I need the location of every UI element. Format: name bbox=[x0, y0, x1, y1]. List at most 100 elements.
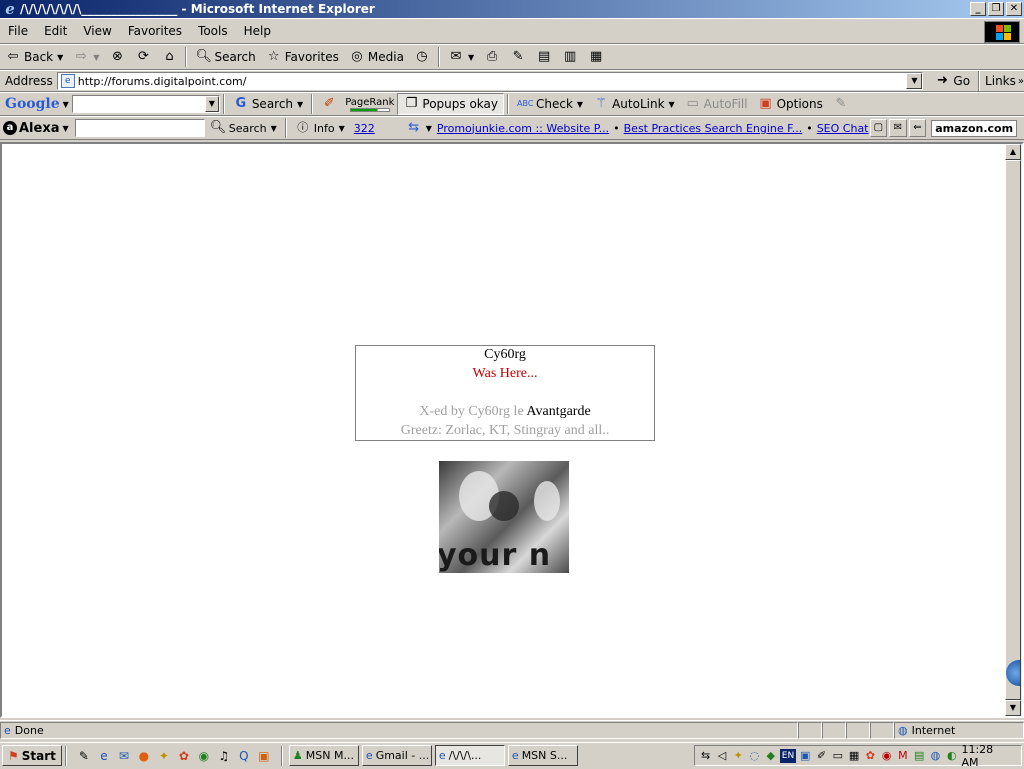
back-dropdown-icon[interactable]: ▼ bbox=[57, 53, 63, 62]
go-button[interactable]: ➜ Go bbox=[929, 70, 975, 92]
quick-launch-app-icon[interactable]: ✿ bbox=[176, 748, 192, 764]
alexa-menu-dropdown-icon[interactable]: ▼ bbox=[63, 124, 69, 133]
quick-launch-html-icon[interactable]: ▣ bbox=[256, 748, 272, 764]
start-button[interactable]: ⚑ Start bbox=[2, 745, 62, 766]
alexa-window-button[interactable]: ⇐ bbox=[908, 119, 927, 137]
address-dropdown-icon[interactable]: ▼ bbox=[906, 73, 923, 89]
alexa-search-input[interactable] bbox=[74, 119, 205, 137]
popup-blocker-button[interactable]: ❐ Popups okay bbox=[397, 93, 504, 115]
tray-gmail-icon[interactable]: M bbox=[896, 749, 909, 763]
menu-favorites[interactable]: Favorites bbox=[120, 24, 190, 38]
google-logo[interactable]: Google bbox=[0, 96, 62, 112]
task-msn-messenger[interactable]: ♟ MSN M... bbox=[288, 745, 359, 766]
task-msn-search[interactable]: e MSN S... bbox=[507, 745, 578, 766]
forward-button[interactable]: ⇨ ▼ bbox=[68, 46, 104, 68]
tray-display-icon[interactable]: ▭ bbox=[831, 749, 844, 763]
spell-check-button[interactable]: ABC Check ▼ bbox=[512, 93, 588, 115]
menu-help[interactable]: Help bbox=[236, 24, 279, 38]
home-button[interactable]: ⌂ bbox=[156, 46, 182, 68]
alexa-logo[interactable]: a Alexa bbox=[0, 121, 62, 136]
menu-file[interactable]: File bbox=[0, 24, 36, 38]
quick-launch-music-icon[interactable]: ♫ bbox=[216, 748, 232, 764]
tray-clock[interactable]: 11:28 AM bbox=[961, 743, 1017, 769]
check-dropdown-icon[interactable]: ▼ bbox=[577, 100, 583, 109]
alexa-related-button[interactable]: ⇆ ▼ bbox=[401, 117, 437, 139]
google-pencil-button[interactable]: ✎ bbox=[828, 93, 854, 115]
quick-launch-media-icon[interactable]: ◉ bbox=[196, 748, 212, 764]
scroll-up-button[interactable]: ▲ bbox=[1005, 144, 1021, 160]
google-search-button[interactable]: G Search ▼ bbox=[228, 93, 308, 115]
google-search-dropdown-icon[interactable]: ▼ bbox=[204, 96, 219, 112]
tray-msn-icon[interactable]: ✿ bbox=[864, 749, 877, 763]
tray-app-icon[interactable]: ▤ bbox=[913, 749, 926, 763]
tray-security-icon[interactable]: ◆ bbox=[764, 749, 777, 763]
research-button[interactable]: ▥ bbox=[557, 46, 583, 68]
autofill-button[interactable]: ▭ AutoFill bbox=[680, 93, 753, 115]
tray-search-icon[interactable]: ◌ bbox=[748, 749, 761, 763]
discuss-button[interactable]: ▤ bbox=[531, 46, 557, 68]
scroll-down-button[interactable]: ▼ bbox=[1005, 700, 1021, 716]
task-current-window[interactable]: e/\/\/\... bbox=[434, 745, 505, 766]
close-button[interactable]: ✕ bbox=[1006, 2, 1022, 16]
minimize-button[interactable]: _ bbox=[970, 2, 986, 16]
search-button[interactable]: 🔍︎ Search bbox=[190, 46, 260, 68]
alexa-info-button[interactable]: ⓘ Info ▼ bbox=[290, 117, 350, 139]
alexa-search-button[interactable]: 🔍︎ Search ▼ bbox=[205, 117, 282, 139]
menu-edit[interactable]: Edit bbox=[36, 24, 75, 38]
quick-launch-tool-icon[interactable]: ✦ bbox=[156, 748, 172, 764]
tray-globe-icon[interactable]: ◍ bbox=[929, 749, 942, 763]
google-search-options-icon[interactable]: ▼ bbox=[297, 100, 303, 109]
quick-launch-ie-icon[interactable]: e bbox=[96, 748, 112, 764]
mail-button[interactable]: ✉ ▼ bbox=[443, 46, 479, 68]
tray-computer-icon[interactable]: ▦ bbox=[847, 749, 860, 763]
forward-dropdown-icon[interactable]: ▼ bbox=[93, 53, 99, 62]
autolink-dropdown-icon[interactable]: ▼ bbox=[669, 100, 675, 109]
page-viewport[interactable]: Cy60rg Was Here... X-ed by Cy60rg le Ava… bbox=[0, 142, 1024, 718]
alexa-rank-link[interactable]: 322 bbox=[354, 122, 375, 135]
refresh-button[interactable]: ⟳ bbox=[130, 46, 156, 68]
alexa-related-dropdown-icon[interactable]: ▼ bbox=[426, 124, 432, 133]
tray-shield-icon[interactable]: ▣ bbox=[799, 749, 812, 763]
pagerank-indicator[interactable]: PageRank bbox=[342, 97, 397, 112]
vertical-scrollbar[interactable]: ▲ ▼ bbox=[1005, 144, 1022, 716]
media-button[interactable]: ◎ Media bbox=[344, 46, 409, 68]
alexa-mail-button[interactable]: ✉ bbox=[889, 119, 907, 137]
links-chevron-icon[interactable]: » bbox=[1016, 76, 1024, 87]
favorites-button[interactable]: ☆ Favorites bbox=[261, 46, 344, 68]
tray-language-indicator[interactable]: EN bbox=[780, 748, 796, 763]
highlight-button[interactable]: ✐ bbox=[316, 93, 342, 115]
edit-button[interactable]: ✎ bbox=[505, 46, 531, 68]
alexa-info-dropdown-icon[interactable]: ▼ bbox=[339, 124, 345, 133]
amazon-button[interactable]: amazon.com bbox=[931, 119, 1018, 137]
back-button[interactable]: ⇦ Back ▼ bbox=[0, 46, 68, 68]
tray-firewall-icon[interactable]: ◐ bbox=[945, 749, 958, 763]
related-link-seo-chat[interactable]: SEO Chat bbox=[817, 122, 869, 135]
maximize-button[interactable]: ❐ bbox=[988, 2, 1004, 16]
tray-volume-icon[interactable]: ◁ bbox=[715, 749, 728, 763]
related-link-best-practices[interactable]: Best Practices Search Engine F... bbox=[624, 122, 803, 135]
quick-launch-firefox-icon[interactable]: ● bbox=[136, 748, 152, 764]
scroll-thumb[interactable] bbox=[1005, 160, 1021, 700]
menu-view[interactable]: View bbox=[75, 24, 119, 38]
tray-pen-icon[interactable]: ✐ bbox=[815, 749, 828, 763]
tray-tool-icon[interactable]: ✦ bbox=[732, 749, 745, 763]
address-url[interactable]: http://forums.digitalpoint.com/ bbox=[78, 75, 247, 88]
quick-launch-search-icon[interactable]: Q bbox=[236, 748, 252, 764]
alexa-archive-button[interactable]: ▢ bbox=[869, 119, 888, 137]
task-gmail[interactable]: e Gmail - ... bbox=[361, 745, 432, 766]
quick-launch-edit-icon[interactable]: ✎ bbox=[76, 748, 92, 764]
quick-launch-outlook-icon[interactable]: ✉ bbox=[116, 748, 132, 764]
address-input[interactable]: e http://forums.digitalpoint.com/ ▼ bbox=[56, 72, 924, 90]
google-search-input[interactable]: ▼ bbox=[71, 95, 220, 113]
tray-antivirus-icon[interactable]: ◉ bbox=[880, 749, 893, 763]
tray-network-icon[interactable]: ⇆ bbox=[699, 749, 712, 763]
google-menu-dropdown-icon[interactable]: ▼ bbox=[63, 100, 69, 109]
links-button[interactable]: Links bbox=[983, 74, 1016, 88]
history-button[interactable]: ◷ bbox=[409, 46, 435, 68]
menu-tools[interactable]: Tools bbox=[190, 24, 236, 38]
print-button[interactable]: ⎙ bbox=[479, 46, 505, 68]
stop-button[interactable]: ⊗ bbox=[104, 46, 130, 68]
options-button[interactable]: ▣ Options bbox=[753, 93, 828, 115]
alexa-search-dropdown-icon[interactable]: ▼ bbox=[271, 124, 277, 133]
messenger-button[interactable]: ▦ bbox=[583, 46, 609, 68]
